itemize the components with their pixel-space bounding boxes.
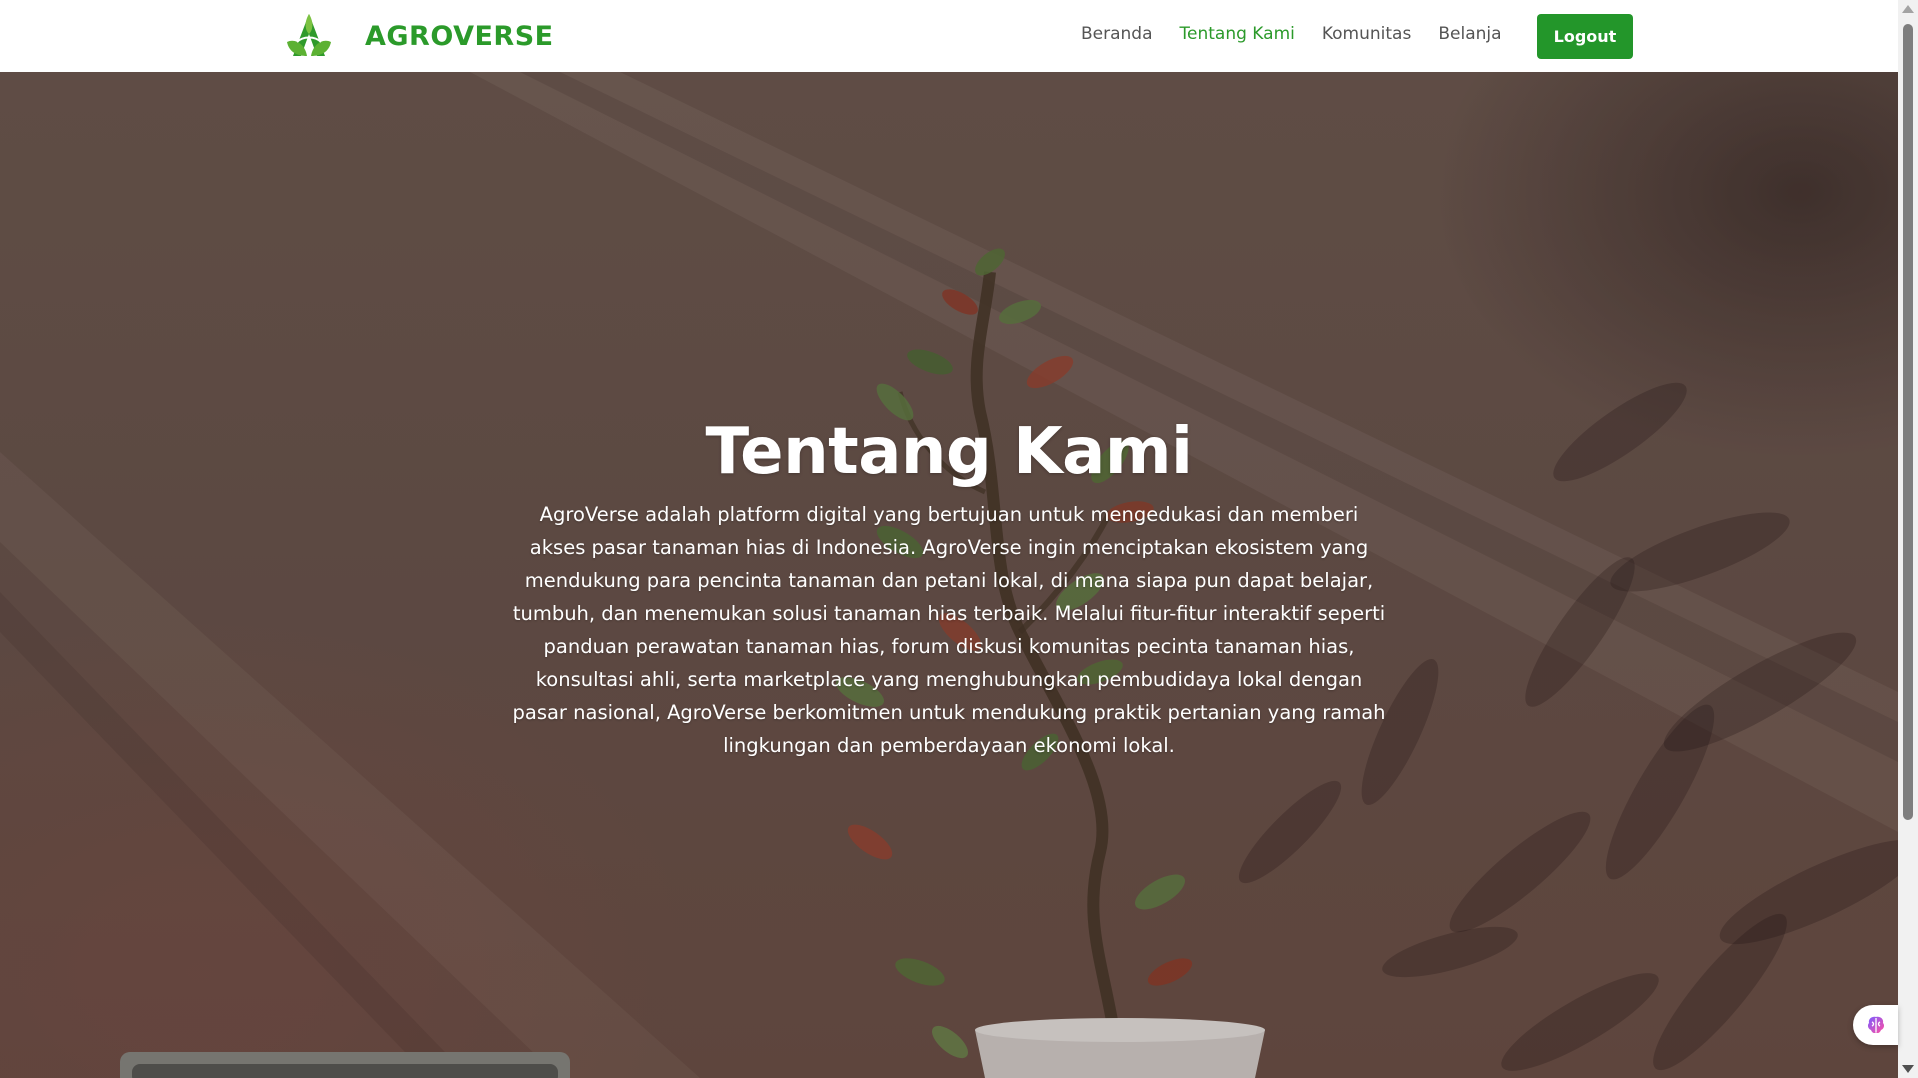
scroll-thumb[interactable] [1903, 24, 1913, 820]
hero-section: Tentang Kami AgroVerse adalah platform d… [0, 72, 1898, 1078]
brand-name: AGROVERSE [365, 20, 554, 52]
agroverse-leaf-logo-icon [287, 14, 331, 56]
page: AGROVERSE Beranda Tentang Kami Komunitas… [0, 0, 1918, 1078]
main-nav: Beranda Tentang Kami Komunitas Belanja [1081, 24, 1529, 44]
scroll-down-arrow-icon[interactable] [1902, 1065, 1914, 1073]
page-scrollbar[interactable] [1898, 0, 1918, 1078]
nav-komunitas[interactable]: Komunitas [1322, 24, 1411, 44]
scroll-up-arrow-icon[interactable] [1902, 5, 1914, 13]
nav-belanja[interactable]: Belanja [1438, 24, 1501, 44]
navbar: AGROVERSE Beranda Tentang Kami Komunitas… [0, 0, 1898, 72]
logout-button[interactable]: Logout [1537, 14, 1633, 59]
brain-icon [1867, 1016, 1884, 1034]
assistant-widget-button[interactable] [1853, 1005, 1898, 1045]
page-title: Tentang Kami [705, 415, 1193, 489]
about-description: AgroVerse adalah platform digital yang b… [512, 503, 1386, 757]
nav-beranda[interactable]: Beranda [1081, 24, 1153, 44]
hero-content: Tentang Kami AgroVerse adalah platform d… [510, 412, 1388, 762]
brand[interactable]: AGROVERSE [283, 12, 554, 60]
nav-tentang-kami[interactable]: Tentang Kami [1180, 24, 1295, 44]
